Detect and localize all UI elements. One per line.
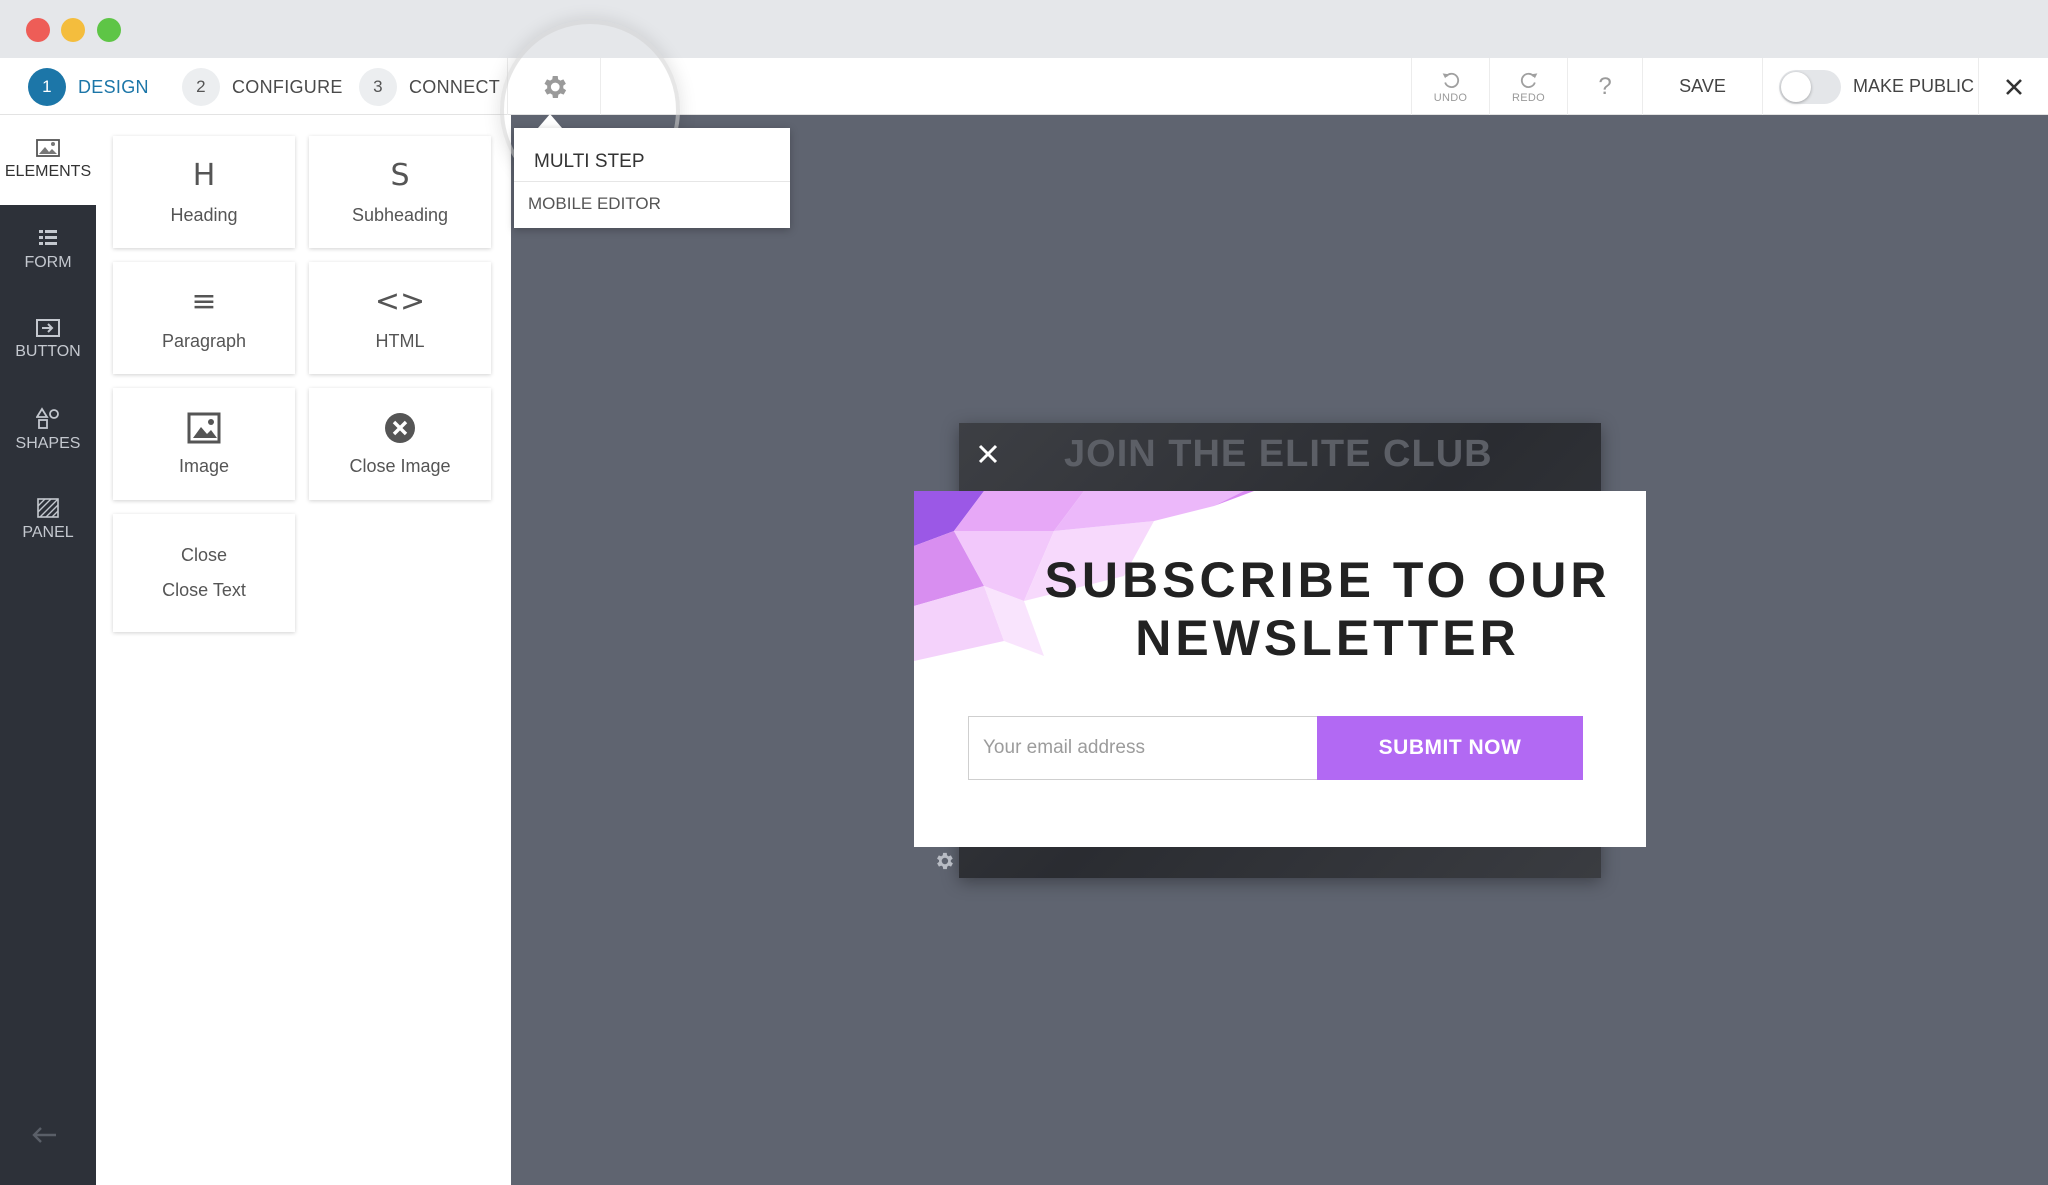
button-icon bbox=[36, 319, 60, 337]
make-public-toggle[interactable] bbox=[1779, 69, 1841, 104]
element-subheading-tile[interactable]: S Subheading bbox=[309, 136, 491, 248]
shapes-icon bbox=[36, 407, 59, 429]
code-icon: <> bbox=[374, 284, 426, 319]
sidebar-item-label: FORM bbox=[24, 254, 72, 271]
gear-icon bbox=[937, 852, 953, 870]
subheading-icon: S bbox=[390, 158, 410, 193]
panel-icon bbox=[37, 498, 59, 518]
redo-label: REDO bbox=[1512, 91, 1545, 104]
elements-panel: H Heading S Subheading ≡ Paragraph <> HT… bbox=[96, 115, 511, 1185]
settings-dropdown: MULTI STEP MOBILE EDITOR bbox=[514, 128, 790, 228]
sidebar-item-label: SHAPES bbox=[15, 435, 81, 452]
tile-label: Subheading bbox=[351, 205, 449, 225]
step-label: CONNECT bbox=[409, 76, 501, 97]
sidebar-item-elements[interactable]: ELEMENTS bbox=[0, 115, 96, 205]
gear-icon bbox=[544, 75, 567, 98]
arrow-left-icon bbox=[32, 1127, 56, 1143]
sidebar-item-shapes[interactable]: SHAPES bbox=[0, 385, 96, 475]
panel-settings-button[interactable] bbox=[933, 850, 955, 877]
save-label: SAVE bbox=[1679, 76, 1726, 96]
step-number: 3 bbox=[359, 68, 397, 106]
image-icon bbox=[36, 139, 60, 157]
heading-icon: H bbox=[192, 158, 216, 193]
sidebar-item-label: BUTTON bbox=[15, 343, 81, 360]
step-number: 2 bbox=[182, 68, 220, 106]
sidebar-item-label: ELEMENTS bbox=[4, 163, 92, 180]
close-editor-button[interactable] bbox=[1978, 58, 2048, 115]
email-field[interactable] bbox=[968, 716, 1318, 780]
form-icon bbox=[39, 230, 57, 245]
window-titlebar bbox=[0, 0, 2048, 58]
help-icon: ? bbox=[1598, 72, 1612, 100]
save-button[interactable]: SAVE bbox=[1642, 58, 1762, 115]
window-maximize-button[interactable] bbox=[97, 18, 121, 42]
close-icon bbox=[2005, 78, 2022, 95]
step-label: DESIGN bbox=[78, 76, 149, 97]
newsletter-popup: SUBSCRIBE TO OUR NEWSLETTER SUBMIT NOW bbox=[914, 491, 1646, 847]
paragraph-icon: ≡ bbox=[191, 284, 217, 319]
redo-button[interactable]: REDO bbox=[1489, 58, 1567, 115]
menu-item-multi-step[interactable]: MULTI STEP bbox=[514, 142, 790, 182]
element-paragraph-tile[interactable]: ≡ Paragraph bbox=[113, 262, 295, 374]
sidebar-item-button[interactable]: BUTTON bbox=[0, 295, 96, 385]
tile-label: Close Text bbox=[162, 580, 246, 600]
popup-title: SUBSCRIBE TO OUR NEWSLETTER bbox=[1044, 552, 1611, 666]
step-number: 1 bbox=[28, 68, 66, 106]
tile-label: Heading bbox=[170, 205, 238, 225]
help-button[interactable]: ? bbox=[1567, 58, 1642, 115]
background-title: JOIN THE ELITE CLUB bbox=[1064, 433, 1493, 475]
element-html-tile[interactable]: <> HTML bbox=[309, 262, 491, 374]
undo-button[interactable]: UNDO bbox=[1411, 58, 1489, 115]
left-sidebar: ELEMENTS FORM BUTTON SHAPES PANEL bbox=[0, 115, 96, 1185]
tile-label: Paragraph bbox=[161, 331, 247, 351]
image-icon bbox=[187, 412, 221, 443]
dropdown-caret bbox=[538, 114, 562, 128]
redo-icon bbox=[1520, 72, 1537, 88]
undo-icon bbox=[1442, 72, 1459, 88]
step-design[interactable]: 1 DESIGN bbox=[28, 68, 149, 106]
step-connect[interactable]: 3 CONNECT bbox=[359, 68, 501, 106]
make-public-label: MAKE PUBLIC bbox=[1853, 76, 1975, 96]
sidebar-item-label: PANEL bbox=[22, 524, 74, 541]
element-close-image-tile[interactable]: Close Image bbox=[309, 388, 491, 500]
element-close-text-tile[interactable]: Close Close Text bbox=[113, 514, 295, 632]
menu-item-mobile-editor[interactable]: MOBILE EDITOR bbox=[514, 186, 790, 222]
sidebar-item-panel[interactable]: PANEL bbox=[0, 475, 96, 565]
toggle-knob bbox=[1781, 71, 1811, 102]
step-configure[interactable]: 2 CONFIGURE bbox=[182, 68, 343, 106]
close-icon[interactable] bbox=[977, 443, 999, 465]
step-label: CONFIGURE bbox=[232, 76, 343, 97]
element-image-tile[interactable]: Image bbox=[113, 388, 295, 500]
close-circle-icon bbox=[385, 412, 415, 443]
window-close-button[interactable] bbox=[26, 18, 50, 42]
tile-label: Image bbox=[178, 455, 230, 476]
tile-label: HTML bbox=[375, 331, 425, 351]
close-text-preview: Close bbox=[180, 545, 228, 565]
window-minimize-button[interactable] bbox=[61, 18, 85, 42]
settings-menu-button[interactable] bbox=[507, 58, 601, 115]
top-toolbar: 1 DESIGN 2 CONFIGURE 3 CONNECT UNDO REDO… bbox=[0, 58, 2048, 115]
collapse-sidebar-button[interactable] bbox=[30, 1125, 58, 1150]
element-heading-tile[interactable]: H Heading bbox=[113, 136, 295, 248]
undo-label: UNDO bbox=[1433, 91, 1468, 104]
tile-label: Close Image bbox=[349, 455, 451, 476]
sidebar-item-form[interactable]: FORM bbox=[0, 205, 96, 295]
submit-button[interactable]: SUBMIT NOW bbox=[1317, 716, 1583, 780]
make-public-control: MAKE PUBLIC bbox=[1762, 58, 1978, 115]
